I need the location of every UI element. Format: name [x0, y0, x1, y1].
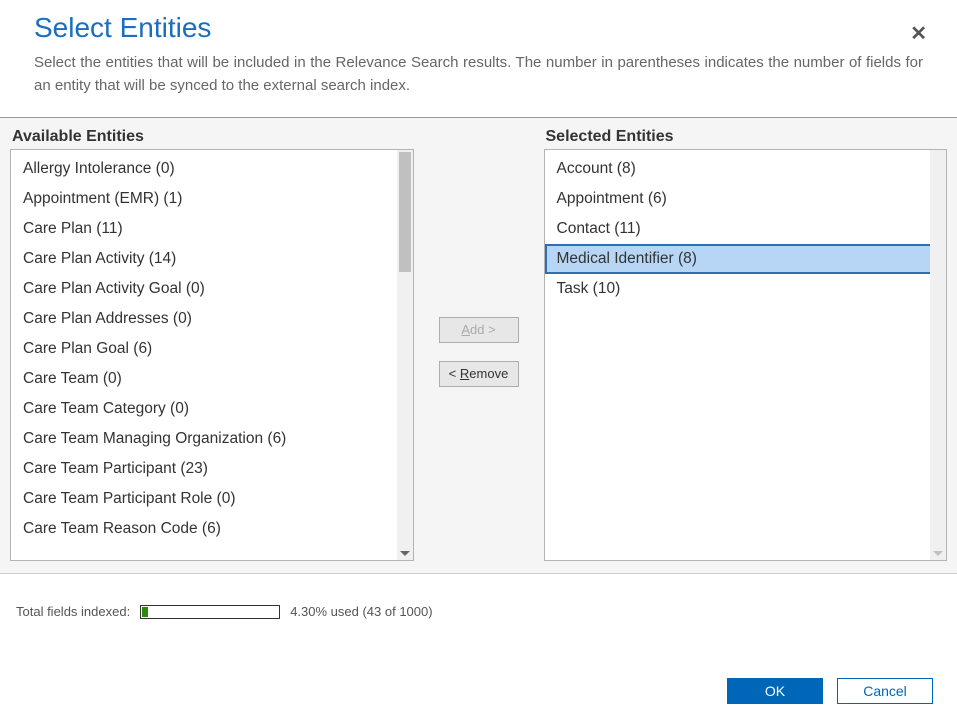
- scrollbar[interactable]: [397, 150, 413, 560]
- selected-column: Selected Entities Account (8)Appointment…: [544, 128, 948, 561]
- indexed-label: Total fields indexed:: [16, 604, 130, 619]
- list-item[interactable]: Care Team Participant Role (0): [11, 484, 413, 514]
- add-underline: A: [461, 322, 470, 337]
- list-item[interactable]: Contact (11): [545, 214, 947, 244]
- available-listbox[interactable]: Allergy Intolerance (0)Appointment (EMR)…: [10, 149, 414, 561]
- selected-label: Selected Entities: [544, 128, 948, 146]
- list-item[interactable]: Care Plan Goal (6): [11, 334, 413, 364]
- progress-fill: [142, 607, 148, 617]
- list-item[interactable]: Care Team Participant (23): [11, 454, 413, 484]
- scroll-down-icon[interactable]: [933, 551, 943, 556]
- close-icon[interactable]: ✕: [910, 24, 927, 44]
- list-item[interactable]: Account (8): [545, 154, 947, 184]
- list-item[interactable]: Appointment (6): [545, 184, 947, 214]
- list-item[interactable]: Care Team (0): [11, 364, 413, 394]
- dialog-subtitle: Select the entities that will be include…: [34, 52, 923, 97]
- remove-underline: R: [460, 366, 469, 381]
- scroll-thumb[interactable]: [399, 152, 411, 272]
- remove-button[interactable]: < Remove: [439, 361, 519, 387]
- available-label: Available Entities: [10, 128, 414, 146]
- progress-bar: [140, 605, 280, 619]
- dialog-title: Select Entities: [34, 12, 923, 44]
- transfer-buttons: Add > < Remove: [414, 128, 544, 561]
- entity-picker-panel: Available Entities Allergy Intolerance (…: [0, 117, 957, 574]
- list-item[interactable]: Care Plan (11): [11, 214, 413, 244]
- list-item[interactable]: Medical Identifier (8): [545, 244, 947, 274]
- list-item[interactable]: Allergy Intolerance (0): [11, 154, 413, 184]
- add-button[interactable]: Add >: [439, 317, 519, 343]
- scroll-down-icon[interactable]: [400, 551, 410, 556]
- available-column: Available Entities Allergy Intolerance (…: [10, 128, 414, 561]
- list-item[interactable]: Care Plan Activity Goal (0): [11, 274, 413, 304]
- ok-button[interactable]: OK: [727, 678, 823, 704]
- scrollbar[interactable]: [930, 150, 946, 560]
- list-item[interactable]: Care Team Reason Code (6): [11, 514, 413, 544]
- list-item[interactable]: Care Plan Addresses (0): [11, 304, 413, 334]
- footer: Total fields indexed: 4.30% used (43 of …: [0, 574, 957, 627]
- cancel-button[interactable]: Cancel: [837, 678, 933, 704]
- list-item[interactable]: Task (10): [545, 274, 947, 304]
- indexed-pct-text: 4.30% used (43 of 1000): [290, 604, 432, 619]
- dialog-header: Select Entities Select the entities that…: [0, 0, 957, 117]
- dialog-buttons: OK Cancel: [727, 678, 933, 704]
- selected-listbox[interactable]: Account (8)Appointment (6)Contact (11)Me…: [544, 149, 948, 561]
- list-item[interactable]: Care Team Managing Organization (6): [11, 424, 413, 454]
- list-item[interactable]: Care Team Category (0): [11, 394, 413, 424]
- list-item[interactable]: Appointment (EMR) (1): [11, 184, 413, 214]
- list-item[interactable]: Care Plan Activity (14): [11, 244, 413, 274]
